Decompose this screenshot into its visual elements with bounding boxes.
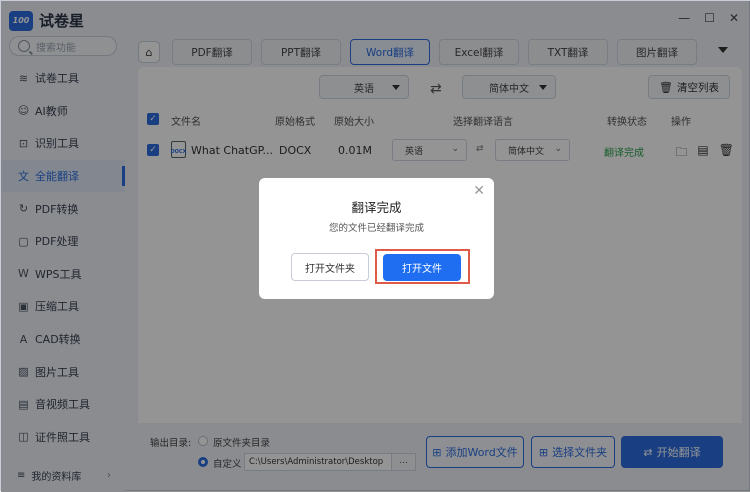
app-window: 100 试卷星 搜索功能 ≋ 试卷工具 ☺ AI教师 ⊡ 识别工具 文全能翻译 ↻ PD… [0,0,750,492]
dialog-message: 您的文件已经翻译完成 [328,223,424,234]
highlight-box: 打开文件 [375,249,470,284]
translation-complete-dialog: ✕ 翻译完成 您的文件已经翻译完成 打开文件夹 打开文件 [259,178,494,299]
open-folder-button[interactable]: 打开文件夹 [291,253,369,281]
open-file-button[interactable]: 打开文件 [383,254,461,281]
dialog-title: 翻译完成 [351,200,402,215]
